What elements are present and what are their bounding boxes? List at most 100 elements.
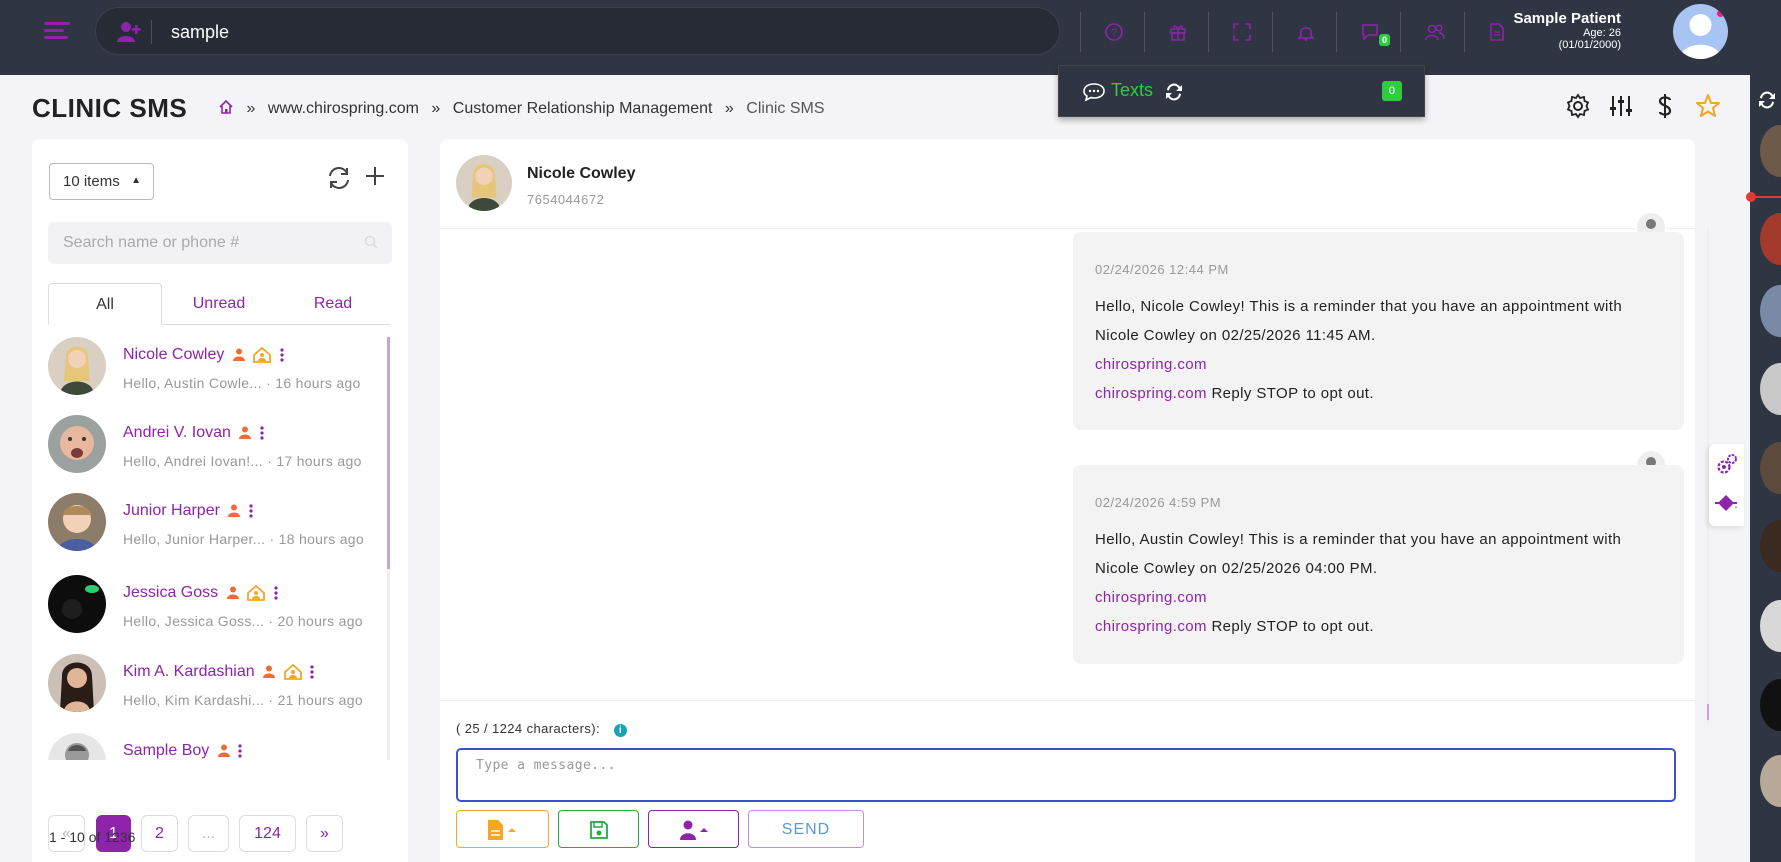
page-last-button[interactable]: 124 [239, 815, 296, 852]
character-counter: ( 25 / 1224 characters): i [456, 721, 627, 737]
message-timestamp: 02/24/2026 12:44 PM [1095, 262, 1229, 277]
message-preview-row: Hello, Andrei Iovan!... · 17 hours ago [123, 453, 362, 469]
more-options-icon[interactable] [249, 504, 253, 518]
conversation-item[interactable]: Sample Boy [48, 733, 390, 760]
patient-icon [232, 348, 245, 362]
info-icon[interactable]: i [614, 724, 627, 737]
settings-button[interactable] [1565, 93, 1591, 124]
refresh-icon[interactable] [1163, 81, 1185, 103]
texts-label[interactable]: Texts [1111, 80, 1153, 101]
more-options-icon[interactable] [260, 426, 264, 440]
gift-button[interactable] [1144, 12, 1208, 52]
more-options-icon[interactable] [280, 348, 284, 362]
list-scrollbar-thumb[interactable] [387, 337, 390, 569]
send-button[interactable]: SEND [748, 810, 864, 848]
help-icon: ? [1105, 23, 1123, 41]
filters-button[interactable] [1608, 93, 1634, 124]
search-placeholder: Search name or phone # [63, 234, 240, 251]
sms-message: 02/24/2026 4:59 PM Hello, Austin Cowley!… [1073, 465, 1684, 664]
home-icon[interactable] [218, 99, 234, 115]
chat-bubble-icon [1083, 83, 1105, 102]
side-avatar[interactable] [1760, 442, 1781, 494]
patient-dob: (01/01/2000) [1558, 39, 1621, 51]
side-avatar[interactable] [1760, 125, 1781, 177]
conversation-item[interactable]: Jessica Goss Hello, Jessica Goss... · 20… [48, 575, 390, 653]
conversation-item[interactable]: Andrei V. Iovan Hello, Andrei Iovan!... … [48, 415, 390, 493]
users-button[interactable] [1400, 12, 1464, 52]
help-button[interactable]: ? [1080, 12, 1144, 52]
conversation-item[interactable]: Kim A. Kardashian Hello, Kim Kardashi...… [48, 654, 390, 732]
billing-button[interactable] [1652, 93, 1678, 124]
save-draft-button[interactable] [558, 810, 639, 848]
document-icon [1490, 23, 1504, 41]
chat-icon [1362, 24, 1378, 41]
message-link[interactable]: chirospring.com [1095, 350, 1662, 379]
conversation-panel: 10 items ▲ Search name or phone # All Un… [32, 139, 408, 862]
fullscreen-button[interactable] [1208, 12, 1272, 52]
side-avatar[interactable] [1760, 363, 1781, 415]
house-badge-icon [247, 584, 265, 601]
refresh-list-icon[interactable] [326, 166, 352, 190]
new-conversation-icon[interactable] [364, 165, 386, 187]
template-button[interactable] [456, 810, 549, 848]
refresh-icon[interactable] [1756, 89, 1778, 111]
side-indicator-dot [1746, 192, 1756, 202]
patient-avatar[interactable] [1673, 4, 1728, 59]
message-preview: Hello, Junior Harper... [123, 531, 266, 547]
gift-icon [1170, 25, 1186, 41]
message-preview-row: Hello, Kim Kardashi... · 21 hours ago [123, 692, 363, 708]
menu-icon[interactable] [44, 22, 70, 42]
message-preview-row: Hello, Junior Harper... · 18 hours ago [123, 531, 364, 547]
patient-icon [226, 586, 239, 600]
conversation-item[interactable]: Junior Harper Hello, Junior Harper... · … [48, 493, 390, 571]
side-avatar[interactable] [1760, 600, 1781, 652]
right-side-strip [1746, 75, 1781, 862]
message-link[interactable]: chirospring.com [1095, 385, 1207, 402]
side-avatar[interactable] [1760, 285, 1781, 337]
contact-name-row: Andrei V. Iovan [123, 424, 264, 442]
breadcrumb-crm-link[interactable]: Customer Relationship Management [453, 100, 713, 117]
current-patient[interactable]: Sample Patient Age: 26 (01/01/2000) [1513, 10, 1621, 51]
conversation-item[interactable]: Nicole Cowley Hello, Austin Cowle... · 1… [48, 337, 390, 415]
items-per-page-select[interactable]: 10 items ▲ [49, 163, 154, 200]
message-input[interactable]: Type a message... [456, 748, 1676, 802]
tab-all[interactable]: All [48, 283, 162, 325]
filter-tabs: All Unread Read [48, 283, 390, 325]
more-options-icon[interactable] [310, 665, 314, 679]
global-search-bar[interactable]: sample [95, 7, 1060, 55]
contact-name-row: Sample Boy [123, 742, 242, 760]
chat-scrollbar-thumb[interactable] [1707, 704, 1709, 720]
notifications-button[interactable] [1272, 12, 1336, 52]
page-2-button[interactable]: 2 [141, 815, 178, 852]
breadcrumb-separator: » [724, 100, 734, 117]
global-search-input[interactable]: sample [171, 22, 229, 43]
message-link[interactable]: chirospring.com [1095, 618, 1207, 635]
user-dropdown-icon [680, 820, 708, 840]
side-avatar[interactable] [1760, 755, 1781, 807]
more-options-icon[interactable] [273, 586, 278, 600]
page-next-button[interactable]: » [306, 815, 343, 852]
conversation-search-input[interactable]: Search name or phone # [48, 222, 392, 264]
contact-name: Andrei V. Iovan [123, 424, 231, 441]
messages-button[interactable]: 0 [1336, 12, 1400, 52]
message-link[interactable]: chirospring.com [1095, 583, 1662, 612]
message-preview: Hello, Austin Cowle... [123, 375, 262, 391]
breadcrumb-home-link[interactable]: www.chirospring.com [268, 100, 419, 117]
pagination-summary: 1 - 10 of 1236 [49, 829, 136, 845]
tab-unread[interactable]: Unread [162, 283, 276, 325]
tab-read[interactable]: Read [276, 283, 390, 325]
insert-field-button[interactable] [648, 810, 739, 848]
items-per-page-value: 10 items [63, 173, 120, 190]
search-icon [364, 235, 378, 249]
side-avatar[interactable] [1760, 213, 1781, 265]
file-template-icon [488, 820, 516, 840]
fill-drip-icon[interactable] [1715, 494, 1739, 514]
more-options-icon[interactable] [238, 744, 242, 758]
add-user-icon[interactable] [116, 21, 142, 43]
side-avatar[interactable] [1760, 520, 1781, 572]
side-avatar[interactable] [1760, 679, 1781, 731]
messages-badge: 0 [1379, 34, 1391, 46]
gears-icon[interactable] [1716, 453, 1738, 475]
favorite-button[interactable] [1695, 93, 1721, 124]
house-badge-icon [283, 663, 302, 680]
